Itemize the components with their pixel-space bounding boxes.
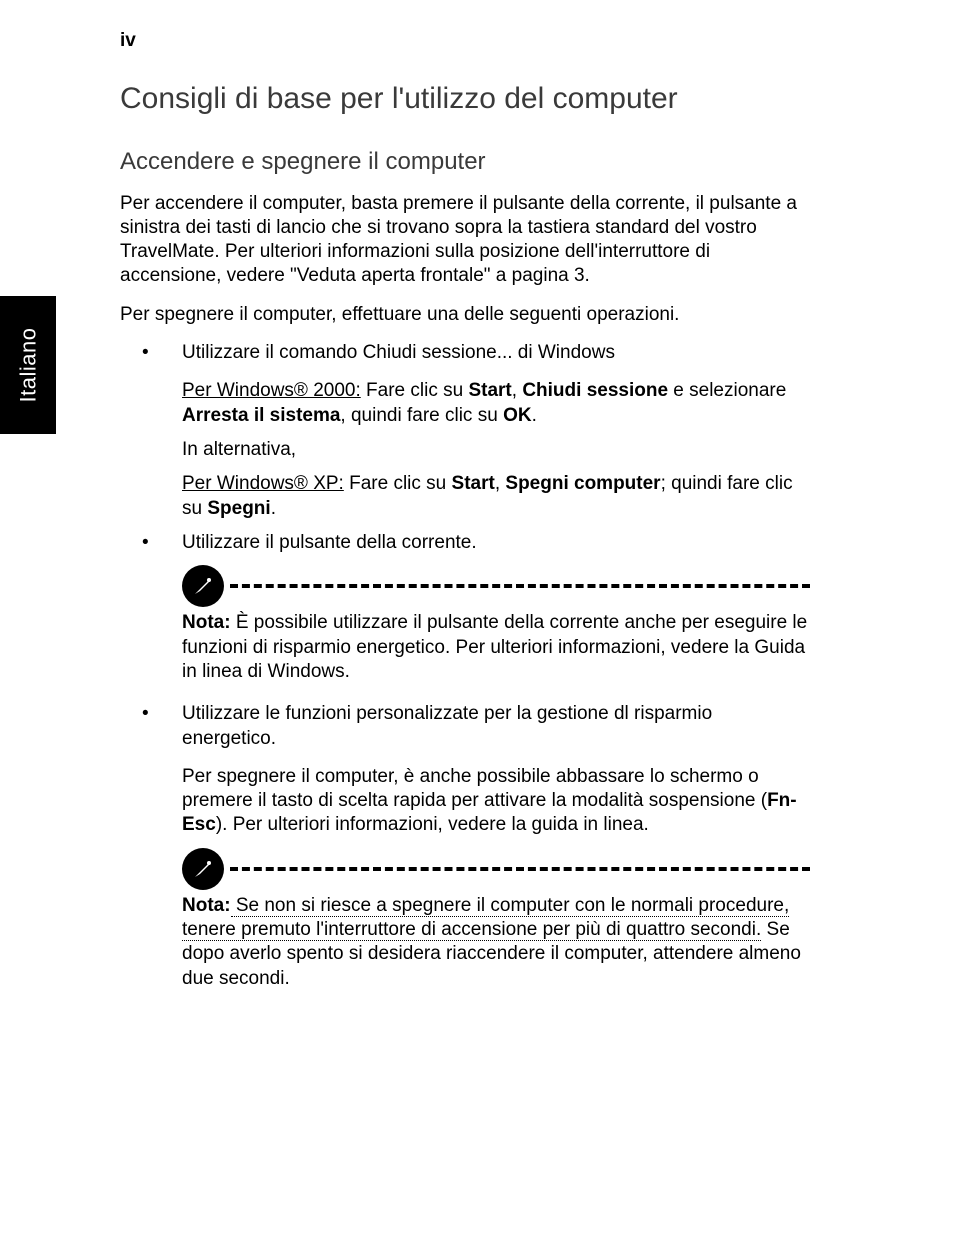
section-subtitle: Accendere e spegnere il computer: [120, 148, 810, 176]
shutdown-options-list-3: Utilizzare le funzioni personalizzate pe…: [120, 702, 810, 751]
text: ). Per ulteriori informazioni, vedere la…: [216, 814, 649, 835]
win2000-prefix: Per Windows® 2000:: [182, 380, 361, 401]
note-separator: [182, 571, 810, 601]
bullet1-win2000: Per Windows® 2000: Fare clic su Start, C…: [182, 379, 810, 428]
bullet1-lead: Utilizzare il comando Chiudi sessione...…: [182, 342, 615, 363]
strong-turn-off: Spegni computer: [505, 473, 660, 494]
pen-icon: [182, 848, 224, 890]
list-item: Utilizzare il pulsante della corrente.: [120, 531, 810, 555]
shutdown-intro: Per spegnere il computer, effettuare una…: [120, 303, 810, 327]
text: .: [532, 405, 537, 426]
text: , quindi fare clic su: [340, 405, 503, 426]
note-label: Nota:: [182, 612, 231, 633]
dashed-line: [230, 867, 810, 871]
text: Fare clic su: [361, 380, 469, 401]
text: ,: [512, 380, 523, 401]
note-body: È possibile utilizzare il pulsante della…: [182, 612, 807, 682]
page-title: Consigli di base per l'utilizzo del comp…: [120, 80, 810, 118]
text: Fare clic su: [344, 473, 452, 494]
text: e selezionare: [668, 380, 786, 401]
note-separator: [182, 854, 810, 884]
bullet1-winxp: Per Windows® XP: Fare clic su Start, Spe…: [182, 472, 810, 521]
shutdown-options-list: Utilizzare il comando Chiudi sessione...…: [120, 341, 810, 365]
note-label: Nota:: [182, 895, 231, 916]
text: Per spegnere il computer, è anche possib…: [182, 766, 767, 811]
note-body-dotted: Se non si riesce a spegnere il computer …: [182, 895, 789, 941]
note-box-2: Nota: Se non si riesce a spegnere il com…: [182, 854, 810, 991]
language-label: Italiano: [15, 328, 41, 403]
note2-text: Nota: Se non si riesce a spegnere il com…: [182, 894, 810, 991]
bullet1-alternative: In alternativa,: [182, 438, 810, 462]
bullet3-sub: Per spegnere il computer, è anche possib…: [182, 765, 810, 838]
bullet3-text: Utilizzare le funzioni personalizzate pe…: [182, 703, 712, 748]
list-item: Utilizzare il comando Chiudi sessione...…: [120, 341, 810, 365]
list-item: Utilizzare le funzioni personalizzate pe…: [120, 702, 810, 751]
strong-ok: OK: [503, 405, 532, 426]
pen-icon: [182, 565, 224, 607]
winxp-prefix: Per Windows® XP:: [182, 473, 344, 494]
strong-shutdown-system: Arresta il sistema: [182, 405, 340, 426]
text: ,: [495, 473, 506, 494]
dashed-line: [230, 584, 810, 588]
strong-off: Spegni: [207, 498, 270, 519]
strong-start: Start: [452, 473, 495, 494]
intro-paragraph: Per accendere il computer, basta premere…: [120, 192, 810, 289]
bullet2-text: Utilizzare il pulsante della corrente.: [182, 532, 477, 553]
page-number: iv: [120, 30, 810, 52]
document-page: iv Italiano Consigli di base per l'utili…: [0, 0, 810, 1049]
text: .: [271, 498, 276, 519]
shutdown-options-list-2: Utilizzare il pulsante della corrente.: [120, 531, 810, 555]
note1-text: Nota: È possibile utilizzare il pulsante…: [182, 611, 810, 684]
language-tab: Italiano: [0, 296, 56, 434]
strong-close-session: Chiudi sessione: [522, 380, 668, 401]
note-box-1: Nota: È possibile utilizzare il pulsante…: [182, 571, 810, 684]
strong-start: Start: [468, 380, 511, 401]
